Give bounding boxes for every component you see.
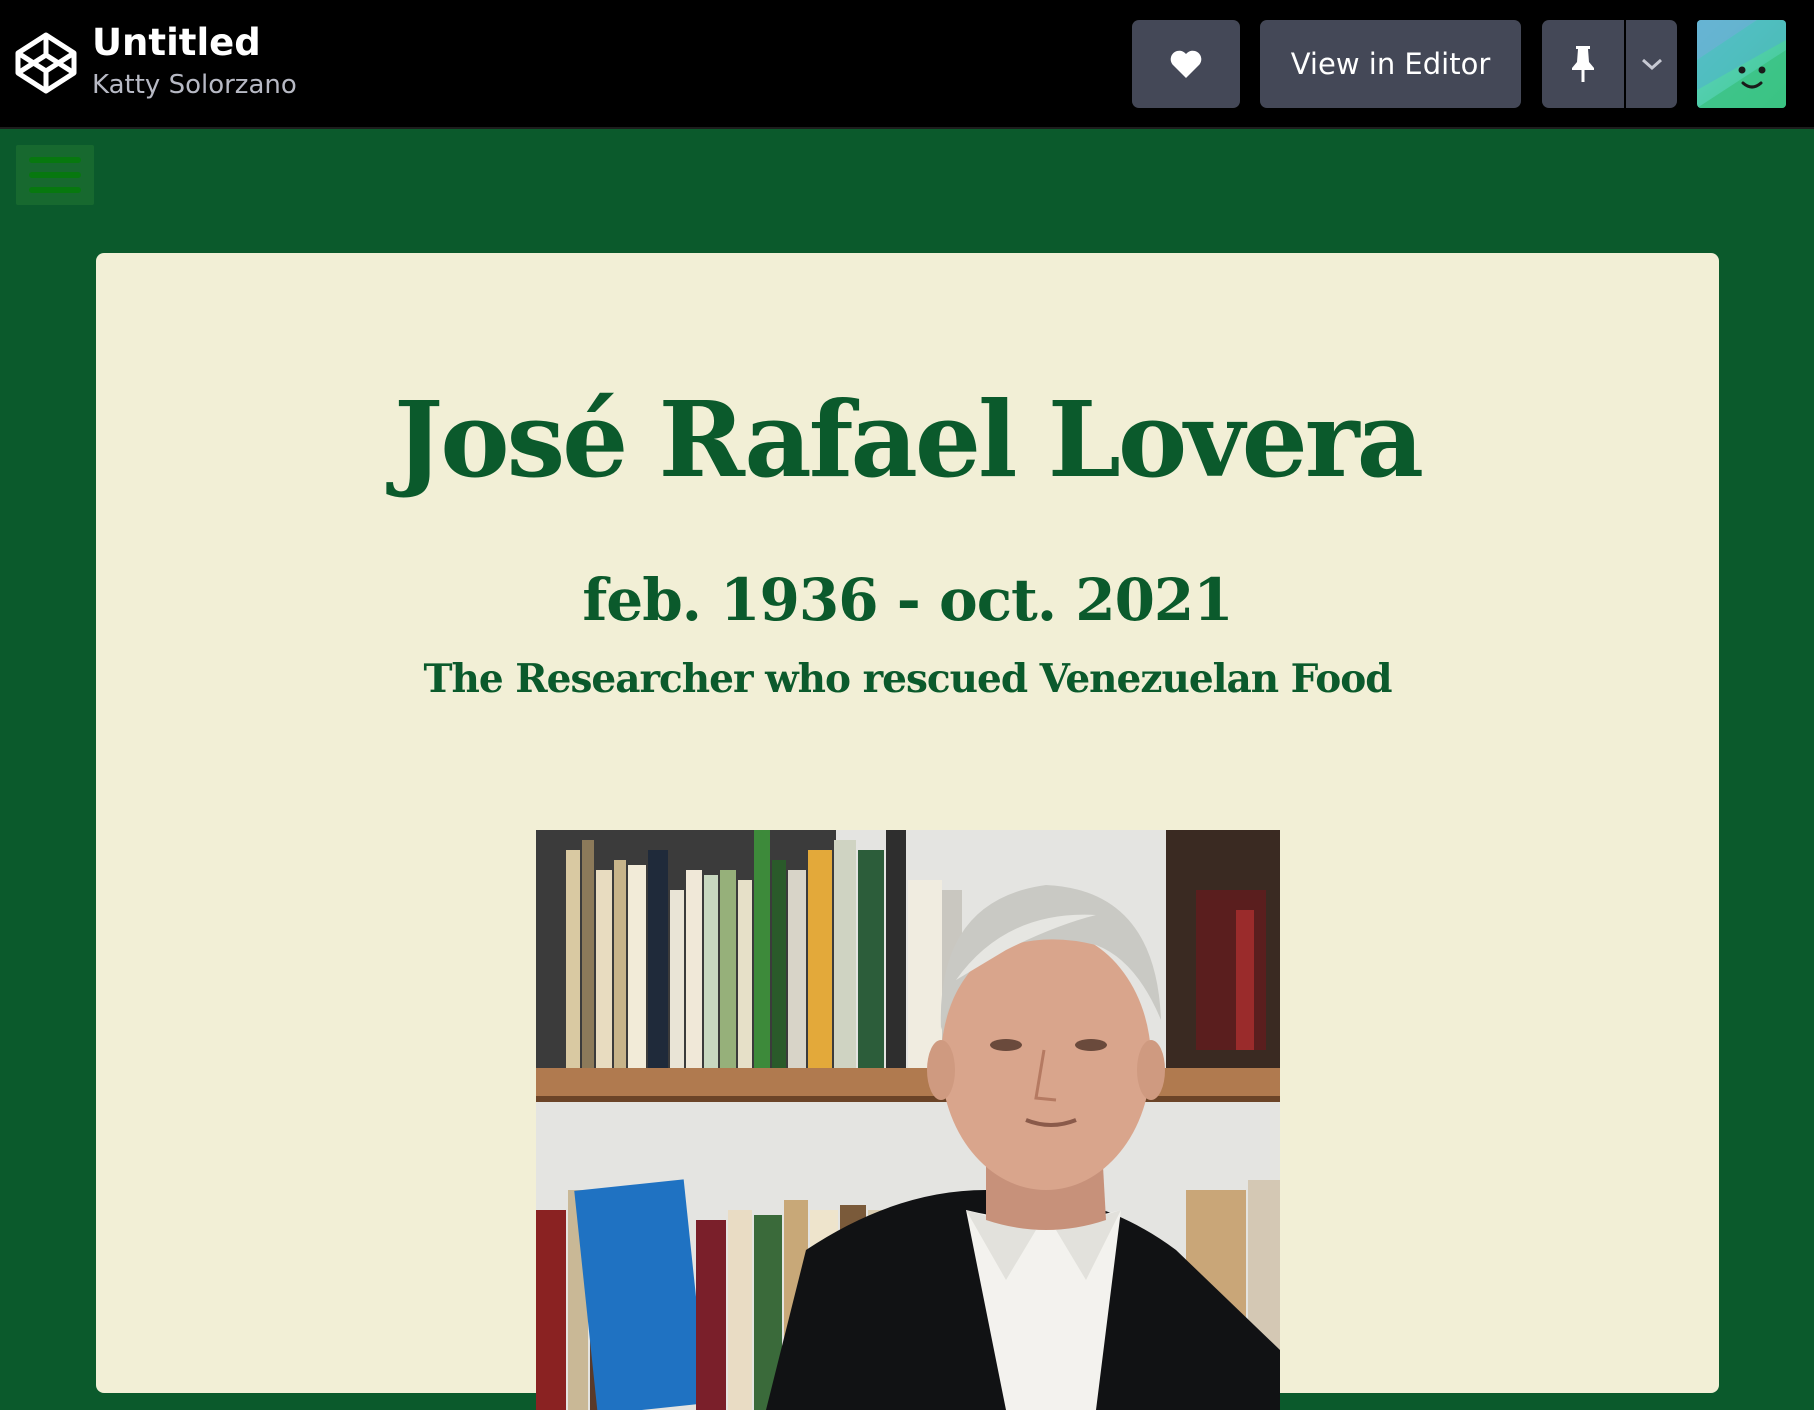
- tagline: The Researcher who rescued Venezuelan Fo…: [423, 656, 1392, 702]
- portrait-photo: [536, 830, 1280, 1410]
- page-title: José Rafael Lovera: [394, 378, 1424, 501]
- hamburger-menu-icon[interactable]: [16, 145, 94, 205]
- life-dates: feb. 1936 - oct. 2021: [582, 566, 1233, 634]
- pen-info: Untitled Katty Solorzano: [92, 20, 297, 102]
- love-button[interactable]: [1132, 20, 1240, 108]
- pin-button[interactable]: [1542, 20, 1624, 108]
- view-in-editor-button[interactable]: View in Editor: [1260, 20, 1521, 108]
- pin-dropdown-button[interactable]: [1626, 20, 1677, 108]
- codepen-logo-icon[interactable]: [14, 31, 78, 95]
- heart-icon: [1170, 50, 1202, 78]
- tribute-card: José Rafael Lovera feb. 1936 - oct. 2021…: [96, 253, 1719, 1410]
- pen-author[interactable]: Katty Solorzano: [92, 68, 297, 102]
- pen-title[interactable]: Untitled: [92, 20, 297, 66]
- pin-icon: [1572, 46, 1594, 82]
- chevron-down-icon: [1641, 58, 1662, 71]
- codepen-header-bar: Untitled Katty Solorzano View in Editor: [0, 0, 1814, 129]
- user-avatar[interactable]: [1697, 20, 1786, 108]
